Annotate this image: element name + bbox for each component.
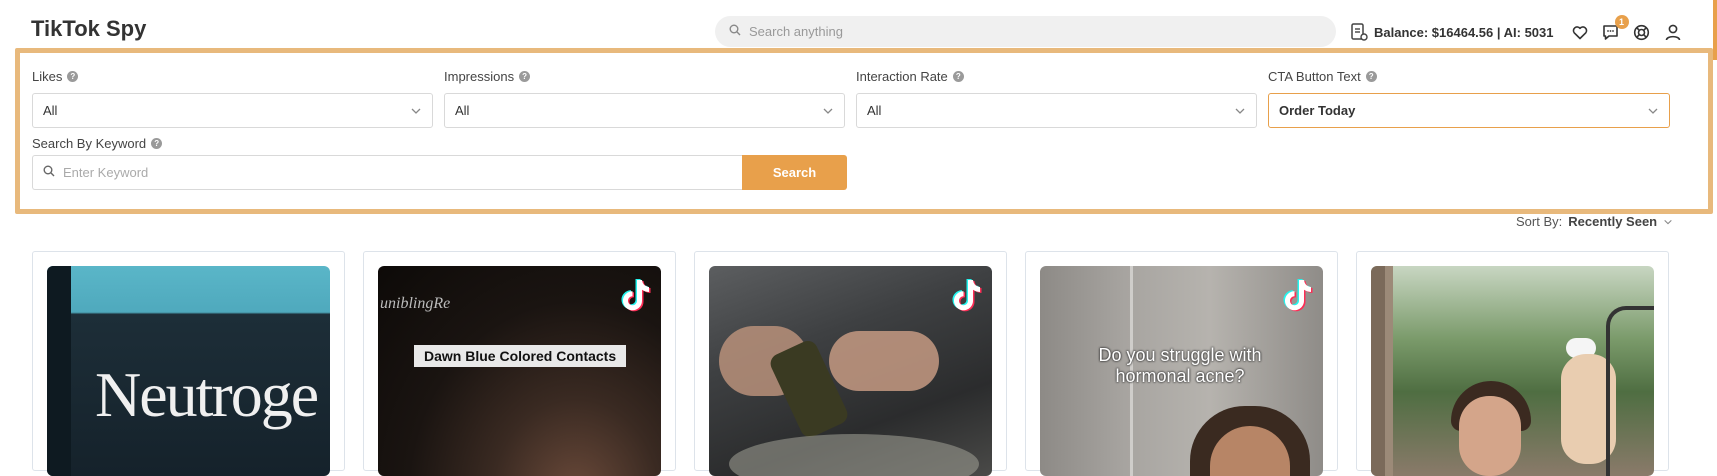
ad-card[interactable]: Do you struggle with hormonal acne?	[1025, 251, 1338, 476]
chevron-down-icon	[411, 108, 421, 114]
impressions-value: All	[455, 103, 470, 118]
help-icon[interactable]: ?	[1365, 71, 1377, 82]
help-icon[interactable]: ?	[151, 138, 163, 149]
ad-card[interactable]	[1356, 251, 1669, 476]
tiktok-icon	[1283, 279, 1313, 312]
tiktok-icon	[621, 279, 651, 312]
interaction-rate-label: Interaction Rate	[856, 69, 948, 84]
support-icon[interactable]	[1632, 22, 1652, 42]
cta-value: Order Today	[1279, 103, 1356, 118]
user-icon[interactable]	[1663, 22, 1683, 42]
keyword-label: Search By Keyword	[32, 136, 147, 151]
cta-select[interactable]: Order Today	[1268, 93, 1670, 128]
search-button[interactable]: Search	[742, 155, 847, 190]
favorites-icon[interactable]	[1570, 22, 1590, 42]
wallet-icon	[1350, 22, 1368, 42]
keyword-search-row: Search	[32, 155, 847, 190]
global-search[interactable]	[715, 16, 1336, 47]
ad-overlay-text: Dawn Blue Colored Contacts	[414, 345, 627, 367]
chevron-down-icon	[823, 108, 833, 114]
search-icon	[43, 164, 55, 182]
chevron-down-icon	[1664, 219, 1672, 224]
ad-thumbnail[interactable]	[709, 266, 992, 476]
edge-highlight	[1713, 0, 1717, 60]
global-search-input[interactable]	[749, 24, 1289, 39]
header-actions: Balance: $16464.56 | AI: 5031 1	[1350, 15, 1683, 46]
messages-icon[interactable]: 1	[1601, 15, 1629, 42]
interaction-rate-select[interactable]: All	[856, 93, 1257, 128]
filter-panel: Likes? All Impressions? All Interaction …	[15, 48, 1713, 214]
filter-cta-button-text: CTA Button Text? Order Today	[1268, 69, 1670, 128]
filter-keyword: Search By Keyword?	[32, 136, 163, 151]
search-icon	[729, 23, 741, 41]
ad-card[interactable]: Neutroge	[32, 251, 345, 476]
impressions-select[interactable]: All	[444, 93, 845, 128]
ad-overlay-text: Do you struggle with hormonal acne?	[1098, 345, 1262, 386]
likes-label: Likes	[32, 69, 63, 84]
balance-text: Balance: $16464.56 | AI: 5031	[1374, 24, 1554, 40]
chevron-down-icon	[1235, 108, 1245, 114]
ad-card[interactable]	[694, 251, 1007, 476]
sort-label: Sort By:	[1516, 214, 1563, 229]
impressions-label: Impressions	[444, 69, 515, 84]
keyword-field[interactable]	[32, 155, 742, 190]
sort-control[interactable]: Sort By: Recently Seen	[1516, 214, 1673, 229]
filter-impressions: Impressions? All	[444, 69, 845, 128]
ad-thumbnail[interactable]: Do you struggle with hormonal acne?	[1040, 266, 1323, 476]
ad-thumbnail[interactable]: Neutroge	[47, 266, 330, 476]
ad-card[interactable]: uniblingRe Dawn Blue Colored Contacts	[363, 251, 676, 476]
sort-value: Recently Seen	[1568, 214, 1658, 229]
filter-likes: Likes? All	[32, 69, 433, 128]
ad-thumbnail[interactable]: uniblingRe Dawn Blue Colored Contacts	[378, 266, 661, 476]
app-logo[interactable]: TikTok Spy	[31, 16, 146, 42]
cta-label: CTA Button Text	[1268, 69, 1361, 84]
ad-thumbnail[interactable]	[1371, 266, 1654, 476]
help-icon[interactable]: ?	[952, 71, 964, 82]
keyword-input[interactable]	[63, 165, 663, 180]
likes-value: All	[43, 103, 58, 118]
tiktok-icon	[952, 279, 982, 312]
help-icon[interactable]: ?	[67, 71, 79, 82]
help-icon[interactable]: ?	[519, 71, 531, 82]
interaction-rate-value: All	[867, 103, 882, 118]
ad-overlay-text: Neutroge	[95, 359, 319, 430]
notification-badge: 1	[1614, 15, 1629, 29]
filter-interaction-rate: Interaction Rate? All	[856, 69, 1257, 128]
likes-select[interactable]: All	[32, 93, 433, 128]
chevron-down-icon	[1648, 108, 1658, 114]
ad-watermark: uniblingRe	[380, 295, 451, 312]
